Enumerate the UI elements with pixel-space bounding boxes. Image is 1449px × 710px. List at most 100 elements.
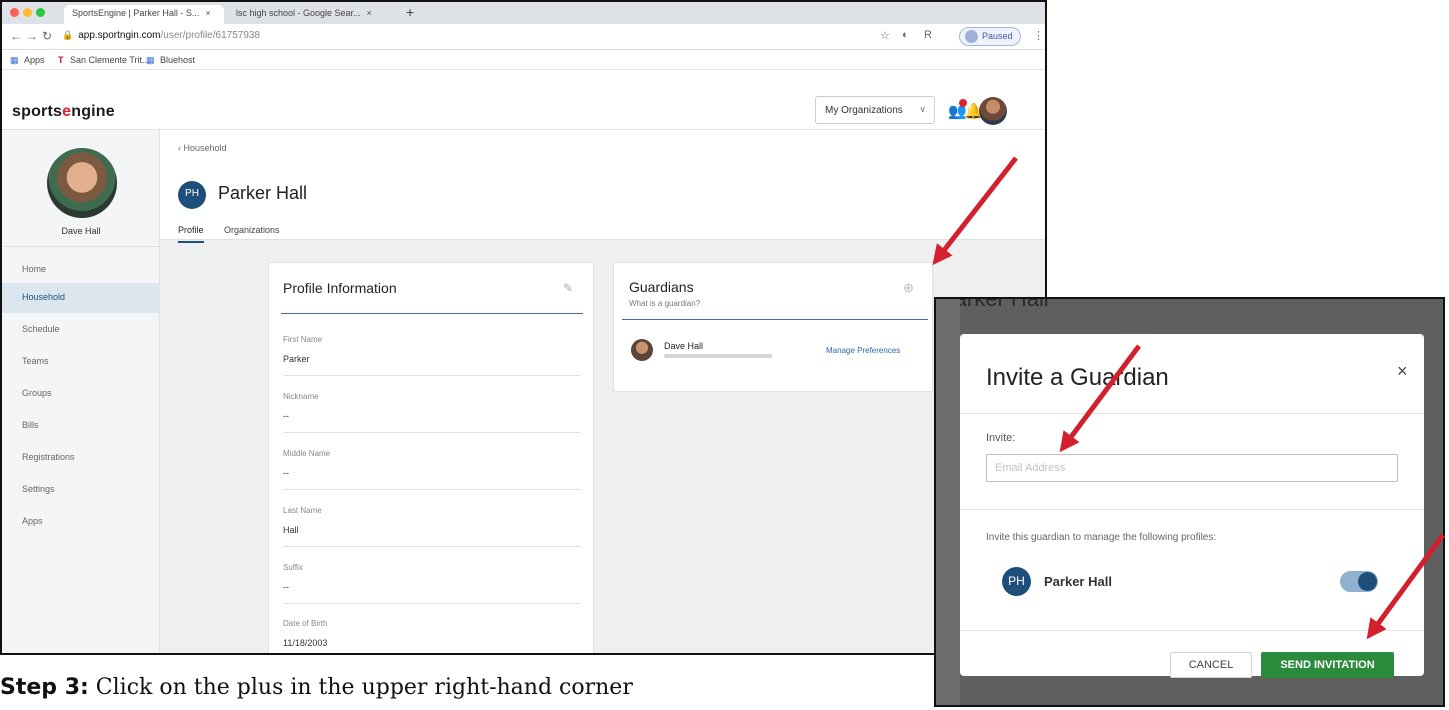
close-window-icon[interactable] xyxy=(10,8,19,17)
sidebar-item-home[interactable]: Home xyxy=(2,255,160,285)
browser-menu-icon[interactable]: ⋮ xyxy=(1033,29,1044,42)
tab-profile[interactable]: Profile xyxy=(178,225,204,243)
close-icon[interactable]: × xyxy=(205,8,210,18)
field-value-first-name: Parker xyxy=(283,354,310,364)
trident-icon: T xyxy=(58,55,64,65)
tab-label: lsc high school - Google Sear... xyxy=(236,8,361,18)
send-invitation-button[interactable]: SEND INVITATION xyxy=(1261,652,1394,678)
bookmark-apps[interactable]: Apps xyxy=(24,55,45,65)
star-icon[interactable]: ☆ xyxy=(880,29,890,42)
address-bar: ← → ↻ 🔒 app.sportngin.com/user/profile/61… xyxy=(2,24,1045,50)
sportsengine-logo[interactable]: sportsengine xyxy=(12,103,115,121)
field-label-first-name: First Name xyxy=(283,335,323,344)
manage-preferences-link[interactable]: Manage Preferences xyxy=(826,346,900,355)
guardians-card: Guardians What is a guardian? ⊕ Dave Hal… xyxy=(613,262,933,392)
logo-part: sports xyxy=(12,103,63,120)
extension-icon[interactable]: ◐ xyxy=(902,29,909,41)
sidebar-item-registrations[interactable]: Registrations xyxy=(2,443,160,473)
bookmarks-bar: ▦ Apps T San Clemente Trit... ▦ Bluehost xyxy=(2,50,1045,70)
new-tab-button[interactable]: + xyxy=(406,4,414,20)
lock-icon: 🔒 xyxy=(62,30,74,40)
maximize-window-icon[interactable] xyxy=(36,8,45,17)
sidebar-item-groups[interactable]: Groups xyxy=(2,379,160,409)
dropdown-label: My Organizations xyxy=(825,105,903,116)
invite-guardian-dialog: Invite a Guardian × Invite: Invite this … xyxy=(960,334,1424,678)
step-number: Step 3: xyxy=(0,675,89,700)
sidebar-item-schedule[interactable]: Schedule xyxy=(2,315,160,345)
chevron-down-icon: ∨ xyxy=(919,104,926,114)
extension-r-icon[interactable]: R xyxy=(924,29,932,41)
field-label-date-of-birth: Date of Birth xyxy=(283,619,328,628)
close-icon[interactable]: × xyxy=(367,8,372,18)
what-is-guardian-link[interactable]: What is a guardian? xyxy=(629,299,700,308)
step-text: Click on the plus in the upper right-han… xyxy=(95,675,633,700)
divider xyxy=(283,546,581,547)
divider xyxy=(283,432,581,433)
card-title-rule xyxy=(281,313,583,314)
guardian-avatar xyxy=(631,339,653,361)
divider xyxy=(960,509,1424,510)
page-title: Parker Hall xyxy=(218,183,308,203)
edit-pencil-icon[interactable]: ✎ xyxy=(563,281,573,295)
profile-fields: First Name Parker Nickname -- Middle Nam… xyxy=(283,335,581,653)
add-guardian-plus-icon[interactable]: ⊕ xyxy=(903,280,914,296)
guardian-email-blurred xyxy=(664,354,772,358)
user-photo xyxy=(47,148,117,218)
apps-grid-icon: ▦ xyxy=(10,55,19,65)
email-address-input[interactable] xyxy=(986,454,1398,482)
profile-initials-badge: PH xyxy=(178,181,206,209)
card-title-rule xyxy=(622,319,928,320)
minimize-window-icon[interactable] xyxy=(23,8,32,17)
logo-part: e xyxy=(62,103,72,120)
breadcrumb-label: Household xyxy=(183,143,227,153)
field-label-last-name: Last Name xyxy=(283,506,322,515)
sidebar-item-household[interactable]: Household xyxy=(2,283,160,313)
breadcrumb[interactable]: ‹ Household xyxy=(178,143,227,153)
guardian-name: Dave Hall xyxy=(664,341,704,351)
sidebar-item-bills[interactable]: Bills xyxy=(2,411,160,441)
tab-strip: SportsEngine | Parker Hall - S... × lsc h… xyxy=(2,2,1045,24)
sidebar-user-name: Dave Hall xyxy=(61,226,101,236)
divider xyxy=(283,375,581,376)
paused-label: Paused xyxy=(982,31,1013,41)
profile-name: Parker Hall xyxy=(1044,574,1112,589)
dialog-title: Invite a Guardian xyxy=(986,364,1169,391)
tab-organizations[interactable]: Organizations xyxy=(224,225,280,235)
bookmark-bluehost[interactable]: Bluehost xyxy=(160,55,195,65)
back-icon[interactable]: ← xyxy=(10,29,22,43)
field-label-nickname: Nickname xyxy=(283,392,319,401)
profile-toggle[interactable] xyxy=(1340,571,1378,592)
divider xyxy=(2,246,160,247)
divider xyxy=(960,630,1424,631)
divider xyxy=(283,489,581,490)
cancel-button[interactable]: CANCEL xyxy=(1170,652,1252,678)
profile-paused-button[interactable]: Paused xyxy=(959,27,1021,46)
sidebar-item-settings[interactable]: Settings xyxy=(2,475,160,505)
forward-icon[interactable]: → xyxy=(26,29,38,43)
reload-icon[interactable]: ↻ xyxy=(42,29,52,43)
sidebar-item-apps[interactable]: Apps xyxy=(2,507,160,537)
profile-information-card: Profile Information ✎ First Name Parker … xyxy=(268,262,594,653)
my-organizations-dropdown[interactable]: My Organizations ∨ xyxy=(815,96,935,124)
divider xyxy=(960,413,1424,414)
close-icon[interactable]: × xyxy=(1397,361,1408,382)
step-caption: Step 3: Click on the plus in the upper r… xyxy=(0,675,633,700)
field-value-suffix: -- xyxy=(283,582,289,592)
user-avatar[interactable] xyxy=(979,97,1007,125)
browser-tab-google[interactable]: lsc high school - Google Sear... × xyxy=(228,5,398,24)
profile-header: ‹ Household PH Parker Hall Profile Organ… xyxy=(160,130,1045,243)
bookmark-san-clemente[interactable]: San Clemente Trit... xyxy=(70,55,150,65)
invite-modal-screenshot: Parker Hall Invite a Guardian × Invite: … xyxy=(934,297,1445,707)
field-label-middle-name: Middle Name xyxy=(283,449,331,458)
main-content: ‹ Household PH Parker Hall Profile Organ… xyxy=(160,130,1045,653)
profile-initials-badge: PH xyxy=(1002,567,1031,596)
sidebar-item-teams[interactable]: Teams xyxy=(2,347,160,377)
browser-screenshot: SportsEngine | Parker Hall - S... × lsc h… xyxy=(0,0,1047,655)
tutorial-stage: SportsEngine | Parker Hall - S... × lsc h… xyxy=(0,0,1449,710)
field-value-date-of-birth: 11/18/2003 xyxy=(283,638,328,648)
url-path: /user/profile/61757938 xyxy=(160,30,261,41)
invite-label: Invite: xyxy=(986,432,1016,444)
url-field[interactable]: 🔒 app.sportngin.com/user/profile/61757938 xyxy=(62,30,260,41)
browser-tab-sportsengine[interactable]: SportsEngine | Parker Hall - S... × xyxy=(64,5,224,24)
toggle-knob xyxy=(1358,572,1377,591)
